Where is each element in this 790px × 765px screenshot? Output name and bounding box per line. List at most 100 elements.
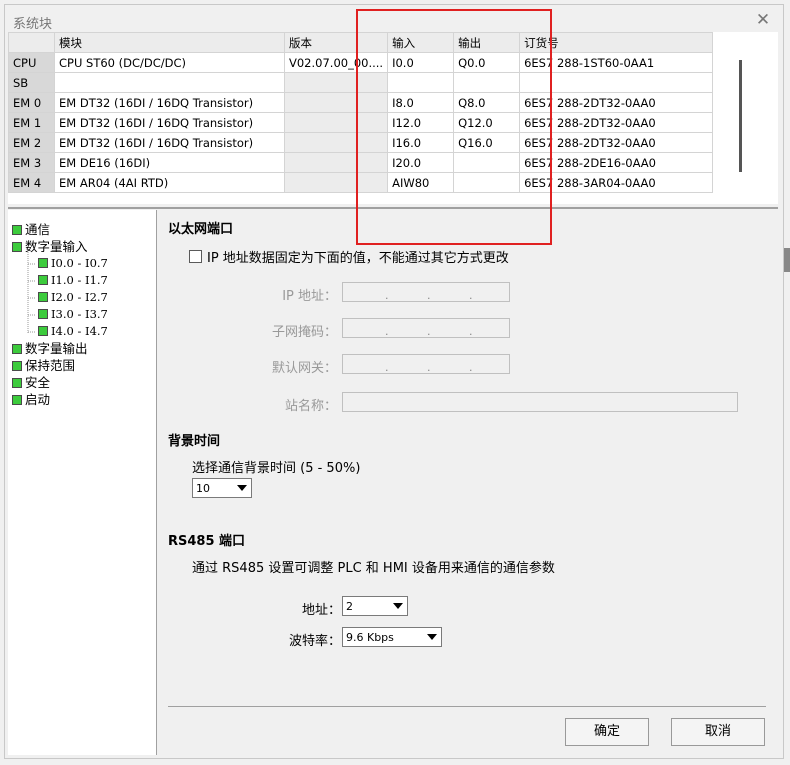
chevron-down-icon — [393, 603, 403, 609]
tree-item[interactable]: I3.0 - I3.7 — [38, 307, 108, 322]
address-select[interactable]: 2 — [342, 596, 408, 616]
tree-item-label: 通信 — [25, 222, 51, 237]
grid-cell-slot[interactable]: CPU — [8, 52, 55, 73]
tree-item[interactable]: 通信 — [12, 222, 50, 237]
grid-cell-slot[interactable]: EM 2 — [8, 132, 55, 153]
table-row[interactable]: EM 2 EM DT32 (16DI / 16DQ Transistor) I16.… — [8, 132, 714, 153]
grid-header-order: 订货号 — [519, 32, 714, 53]
tree-item[interactable]: 保持范围 — [12, 358, 75, 373]
grid-cell-version[interactable] — [283, 72, 389, 93]
grid-cell-input[interactable] — [387, 72, 455, 93]
subnet-mask-field[interactable]: ... — [342, 318, 510, 338]
grid-cell-slot[interactable]: EM 1 — [8, 112, 55, 133]
grid-cell-output[interactable] — [453, 152, 521, 173]
rs485-heading: RS485 端口 — [168, 534, 246, 549]
grid-cell-module[interactable]: EM DT32 (16DI / 16DQ Transistor) — [54, 112, 285, 133]
tree-item[interactable]: I0.0 - I0.7 — [38, 256, 108, 271]
tree-item[interactable]: 数字量输入 — [12, 239, 88, 254]
green-square-icon — [12, 225, 22, 235]
grid-cell-module[interactable]: EM DT32 (16DI / 16DQ Transistor) — [54, 92, 285, 113]
grid-cell-order[interactable]: 6ES7 288-2DT32-0AA0 — [519, 92, 714, 113]
cancel-button[interactable]: 取消 — [671, 718, 765, 746]
grid-cell-version[interactable] — [283, 152, 389, 173]
grid-cell-slot[interactable]: EM 4 — [8, 172, 55, 193]
background-time-value: 10 — [196, 482, 210, 495]
title-bar: 系统块 ✕ — [5, 5, 783, 35]
grid-cell-version[interactable] — [283, 92, 389, 113]
address-value: 2 — [346, 600, 353, 613]
green-square-icon — [38, 275, 48, 285]
grid-cell-output[interactable] — [453, 172, 521, 193]
grid-cell-output[interactable]: Q12.0 — [453, 112, 521, 133]
settings-tree: 通信数字量输入 I0.0 - I0.7 I1.0 - I1.7 I2.0 - I2.7… — [8, 210, 157, 755]
grid-cell-order[interactable] — [519, 72, 714, 93]
grid-cell-module[interactable]: CPU ST60 (DC/DC/DC) — [54, 52, 285, 73]
tree-item[interactable]: 数字量输出 — [12, 341, 88, 356]
default-gateway-label: 默认网关： — [271, 361, 337, 376]
grid-cell-order[interactable]: 6ES7 288-2DT32-0AA0 — [519, 132, 714, 153]
ip-address-field[interactable]: ... — [342, 282, 510, 302]
grid-cell-order[interactable]: 6ES7 288-3AR04-0AA0 — [519, 172, 714, 193]
tree-item[interactable]: 安全 — [12, 375, 50, 390]
fixed-ip-checkbox[interactable] — [189, 250, 202, 263]
grid-cell-module[interactable] — [54, 72, 285, 93]
tree-item-label: 启动 — [25, 392, 51, 407]
grid-header-output: 输出 — [453, 32, 521, 53]
grid-cell-input[interactable]: I0.0 — [387, 52, 455, 73]
green-square-icon — [12, 395, 22, 405]
grid-cell-version[interactable] — [283, 112, 389, 133]
grid-cell-module[interactable]: EM AR04 (4AI RTD) — [54, 172, 285, 193]
grid-cell-input[interactable]: I8.0 — [387, 92, 455, 113]
grid-scrollbar[interactable] — [739, 60, 742, 172]
table-row[interactable]: EM 1 EM DT32 (16DI / 16DQ Transistor) I12.… — [8, 112, 714, 133]
grid-cell-version[interactable] — [283, 132, 389, 153]
tree-item-label: 数字量输入 — [25, 239, 88, 254]
grid-cell-module[interactable]: EM DT32 (16DI / 16DQ Transistor) — [54, 132, 285, 153]
grid-cell-module[interactable]: EM DE16 (16DI) — [54, 152, 285, 173]
module-grid: 模块 版本 输入 输出 订货号 CPU CPU ST60 (DC/DC/DC) V0… — [8, 32, 778, 204]
grid-cell-output[interactable]: Q8.0 — [453, 92, 521, 113]
grid-cell-input[interactable]: I16.0 — [387, 132, 455, 153]
table-row[interactable]: EM 3 EM DE16 (16DI) I20.0 6ES7 288-2DE16-0A… — [8, 152, 714, 173]
tree-item[interactable]: I2.0 - I2.7 — [38, 290, 108, 305]
table-row[interactable]: CPU CPU ST60 (DC/DC/DC) V02.07.00_00.... I0… — [8, 52, 714, 73]
table-row[interactable]: SB — [8, 72, 714, 93]
background-time-heading: 背景时间 — [168, 434, 221, 449]
grid-cell-output[interactable] — [453, 72, 521, 93]
green-square-icon — [12, 361, 22, 371]
grid-cell-order[interactable]: 6ES7 288-1ST60-0AA1 — [519, 52, 714, 73]
grid-header-slot — [8, 32, 55, 53]
splitter[interactable] — [8, 207, 778, 209]
background-time-select[interactable]: 10 — [192, 478, 252, 498]
grid-cell-output[interactable]: Q16.0 — [453, 132, 521, 153]
grid-cell-version[interactable]: V02.07.00_00.... — [283, 52, 389, 73]
table-row[interactable]: EM 4 EM AR04 (4AI RTD) AIW80 6ES7 288-3AR04… — [8, 172, 714, 193]
tree-item[interactable]: 启动 — [12, 392, 50, 407]
ok-button[interactable]: 确定 — [565, 718, 649, 746]
green-square-icon — [38, 326, 48, 336]
baud-rate-value: 9.6 Kbps — [346, 631, 394, 644]
default-gateway-field[interactable]: ... — [342, 354, 510, 374]
table-row[interactable]: EM 0 EM DT32 (16DI / 16DQ Transistor) I8.0… — [8, 92, 714, 113]
ethernet-heading: 以太网端口 — [168, 222, 234, 237]
grid-cell-slot[interactable]: EM 3 — [8, 152, 55, 173]
grid-cell-order[interactable]: 6ES7 288-2DE16-0AA0 — [519, 152, 714, 173]
window-title: 系统块 — [13, 17, 53, 32]
grid-cell-input[interactable]: I20.0 — [387, 152, 455, 173]
grid-header-version: 版本 — [283, 32, 389, 53]
green-square-icon — [38, 292, 48, 302]
grid-header-input: 输入 — [387, 32, 455, 53]
close-icon[interactable]: ✕ — [751, 9, 775, 31]
grid-cell-output[interactable]: Q0.0 — [453, 52, 521, 73]
grid-cell-input[interactable]: AIW80 — [387, 172, 455, 193]
grid-cell-version[interactable] — [283, 172, 389, 193]
baud-rate-select[interactable]: 9.6 Kbps — [342, 627, 442, 647]
grid-cell-input[interactable]: I12.0 — [387, 112, 455, 133]
background-time-desc: 选择通信背景时间 (5 - 50%) — [192, 461, 361, 476]
grid-cell-slot[interactable]: EM 0 — [8, 92, 55, 113]
grid-cell-order[interactable]: 6ES7 288-2DT32-0AA0 — [519, 112, 714, 133]
grid-cell-slot[interactable]: SB — [8, 72, 55, 93]
tree-item[interactable]: I1.0 - I1.7 — [38, 273, 108, 288]
tree-item[interactable]: I4.0 - I4.7 — [38, 324, 108, 339]
station-name-field[interactable] — [342, 392, 738, 412]
